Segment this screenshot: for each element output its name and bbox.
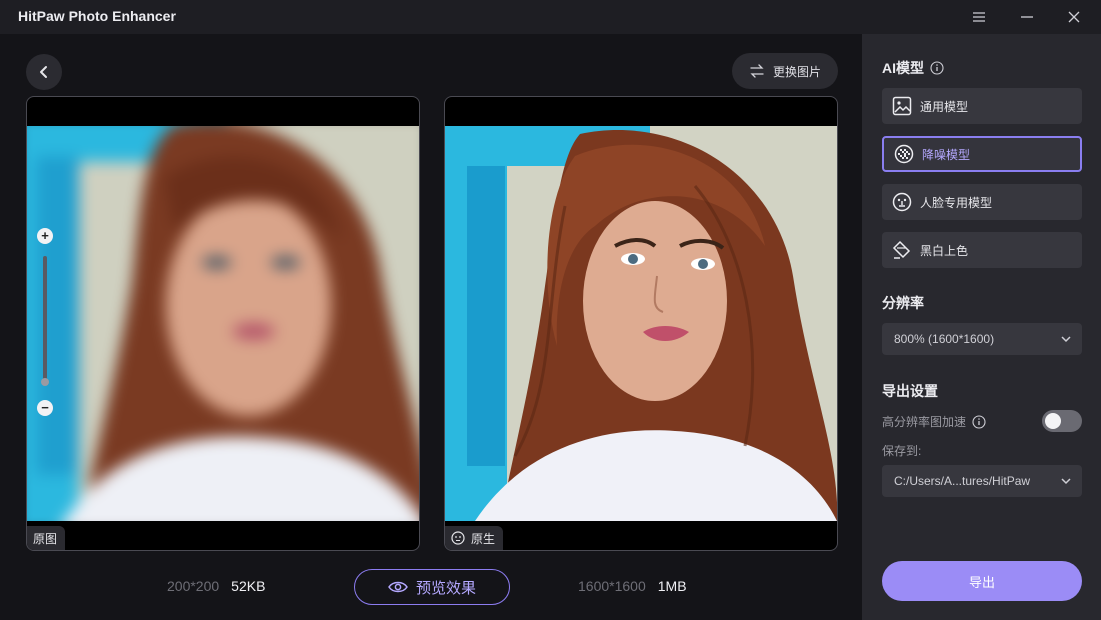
chevron-left-icon xyxy=(40,66,47,78)
model-general-label: 通用模型 xyxy=(920,99,969,114)
zoom-slider-handle[interactable] xyxy=(41,378,49,386)
minimize-button[interactable] xyxy=(1003,0,1051,34)
zoom-in-button[interactable]: + xyxy=(37,228,53,244)
enhanced-file-size: 1MB xyxy=(657,578,687,594)
hi-res-accel-row: 高分辨率图加速 xyxy=(882,413,986,430)
model-denoise-label: 降噪模型 xyxy=(922,147,971,162)
resolution-select[interactable]: 800% (1600*1600) xyxy=(882,323,1082,355)
original-tag: 原图 xyxy=(27,526,66,550)
app-title: HitPaw Photo Enhancer xyxy=(18,8,176,24)
enhanced-tag-label: 原生 xyxy=(471,531,496,546)
close-button[interactable] xyxy=(1050,0,1098,34)
preview-label: 预览效果 xyxy=(415,579,476,597)
face-icon xyxy=(892,192,912,212)
zoom-slider-track[interactable] xyxy=(43,256,47,384)
hi-res-accel-toggle[interactable] xyxy=(1042,410,1082,432)
original-stats: 200*200 52KB xyxy=(167,578,265,594)
original-image-panel: + − 原图 xyxy=(26,96,420,551)
minimize-icon xyxy=(1021,16,1033,18)
chevron-down-icon xyxy=(1061,336,1071,343)
settings-sidebar: AI模型 通用模型 降噪模型 人脸专用模型 黑白上色 分辨率 800% (160… xyxy=(862,34,1101,620)
toggle-knob xyxy=(1045,413,1061,429)
save-path-select[interactable]: C:/Users/A...tures/HitPaw xyxy=(882,465,1082,497)
replace-image-label: 更换图片 xyxy=(772,64,821,79)
eye-icon xyxy=(388,581,408,593)
original-dimensions: 200*200 xyxy=(167,578,220,594)
model-denoise[interactable]: 降噪模型 xyxy=(882,136,1082,172)
model-colorize[interactable]: 黑白上色 xyxy=(882,232,1082,268)
face-icon xyxy=(451,531,465,545)
original-file-size: 52KB xyxy=(231,578,266,594)
ai-model-heading: AI模型 xyxy=(882,58,944,78)
title-bar: HitPaw Photo Enhancer xyxy=(0,0,1101,34)
save-to-label: 保存到: xyxy=(882,444,922,458)
chevron-down-icon xyxy=(1061,478,1071,485)
enhanced-image-panel: 原生 xyxy=(444,96,838,551)
enhanced-dimensions: 1600*1600 xyxy=(578,578,646,594)
model-face-label: 人脸专用模型 xyxy=(920,195,993,210)
menu-button[interactable] xyxy=(955,0,1003,34)
export-button[interactable]: 导出 xyxy=(882,561,1082,601)
export-settings-heading: 导出设置 xyxy=(882,383,938,399)
save-path-value: C:/Users/A...tures/HitPaw xyxy=(894,474,1031,488)
enhanced-stats: 1600*1600 1MB xyxy=(578,578,687,594)
info-icon[interactable] xyxy=(972,414,986,429)
app-window: HitPaw Photo Enhancer 更换图片 + − 原图 原生 200… xyxy=(0,0,1101,620)
original-photo xyxy=(27,126,419,521)
denoise-icon xyxy=(894,144,914,164)
replace-image-button[interactable]: 更换图片 xyxy=(732,53,838,89)
enhanced-photo xyxy=(445,126,837,521)
paint-bucket-icon xyxy=(892,240,911,259)
original-tag-label: 原图 xyxy=(33,531,58,546)
image-icon xyxy=(892,96,912,116)
preview-button[interactable]: 预览效果 xyxy=(354,569,510,605)
model-colorize-label: 黑白上色 xyxy=(920,243,969,258)
back-button[interactable] xyxy=(26,54,62,90)
hi-res-accel-label: 高分辨率图加速 xyxy=(882,415,967,429)
swap-icon xyxy=(750,64,764,78)
model-face[interactable]: 人脸专用模型 xyxy=(882,184,1082,220)
info-icon[interactable] xyxy=(930,61,944,75)
close-icon xyxy=(1068,11,1080,23)
main-area: 更换图片 + − 原图 原生 200*200 52KB 预览效果 1600*16… xyxy=(0,34,862,620)
enhanced-tag: 原生 xyxy=(445,526,504,550)
ai-model-title: AI模型 xyxy=(882,60,924,76)
model-general[interactable]: 通用模型 xyxy=(882,88,1082,124)
zoom-out-button[interactable]: − xyxy=(37,400,53,416)
menu-icon xyxy=(973,12,985,22)
zoom-control: + − xyxy=(35,228,55,416)
resolution-value: 800% (1600*1600) xyxy=(894,332,995,346)
resolution-heading: 分辨率 xyxy=(882,295,924,311)
